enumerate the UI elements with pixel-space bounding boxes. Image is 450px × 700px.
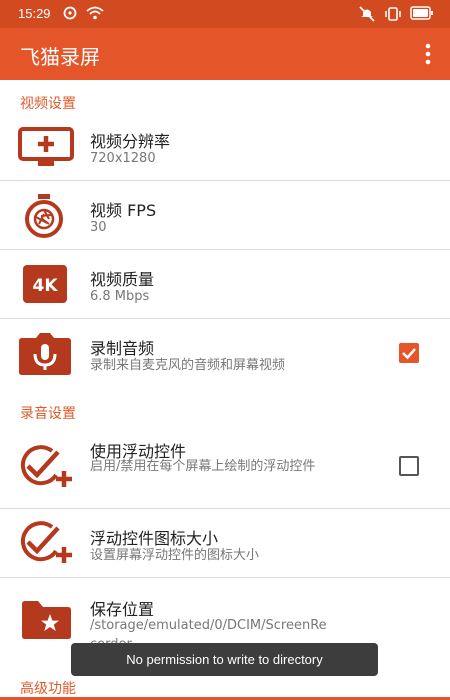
setting-subtitle: 设置屏幕浮动控件的图标大小 (90, 548, 260, 563)
setting-record-audio[interactable]: 录制音频 录制来自麦克风的音频和屏幕视频 (0, 319, 450, 389)
setting-video-fps[interactable]: 视频 FPS 30 (0, 181, 450, 249)
setting-subtitle: 启用/禁用在每个屏幕上绘制的浮动控件 (90, 459, 316, 474)
wifi-icon (86, 6, 104, 20)
setting-save-location[interactable]: 保存位置 /storage/emulated/0/DCIM/ScreenReco… (0, 578, 450, 652)
setting-subtitle: 720x1280 (90, 151, 156, 166)
section-header-advanced: 高级功能 (20, 681, 76, 697)
mute-icon (359, 6, 375, 22)
folder-star-icon (22, 601, 71, 639)
setting-subtitle: 6.8 Mbps (90, 289, 150, 304)
check-plus-icon (20, 521, 72, 563)
section-header-audio: 录音设置 (20, 406, 76, 422)
toast-message: No permission to write to directory (71, 643, 378, 676)
setting-video-resolution[interactable]: 视频分辨率 720x1280 (0, 112, 450, 180)
battery-icon (410, 6, 433, 20)
status-time: 15:29 (18, 6, 51, 21)
microphone-icon (19, 333, 71, 375)
check-plus-icon (20, 445, 72, 487)
floating-controls-checkbox[interactable] (399, 456, 419, 476)
4k-badge-text: 4K (32, 276, 58, 296)
vibrate-icon (385, 7, 401, 21)
4k-badge-icon: 4K (23, 265, 67, 303)
app-title: 飞猫录屏 (20, 45, 100, 69)
setting-floating-icon-size[interactable]: 浮动控件图标大小 设置屏幕浮动控件的图标大小 (0, 509, 450, 577)
section-header-video: 视频设置 (20, 96, 76, 112)
status-bar: 15:29 (0, 0, 450, 28)
aperture-timer-icon (25, 194, 63, 238)
setting-subtitle: 30 (90, 220, 107, 235)
setting-floating-controls[interactable]: 使用浮动控件 启用/禁用在每个屏幕上绘制的浮动控件 (0, 424, 450, 508)
more-vert-icon[interactable] (424, 42, 432, 66)
setting-subtitle: 录制来自麦克风的音频和屏幕视频 (90, 358, 286, 373)
setting-video-quality[interactable]: 4K 视频质量 6.8 Mbps (0, 250, 450, 318)
notification-icon (63, 6, 77, 20)
checkmark-icon (402, 348, 416, 360)
record-audio-checkbox[interactable] (399, 343, 419, 363)
monitor-add-icon (18, 127, 74, 166)
app-bar: 飞猫录屏 (0, 28, 450, 80)
